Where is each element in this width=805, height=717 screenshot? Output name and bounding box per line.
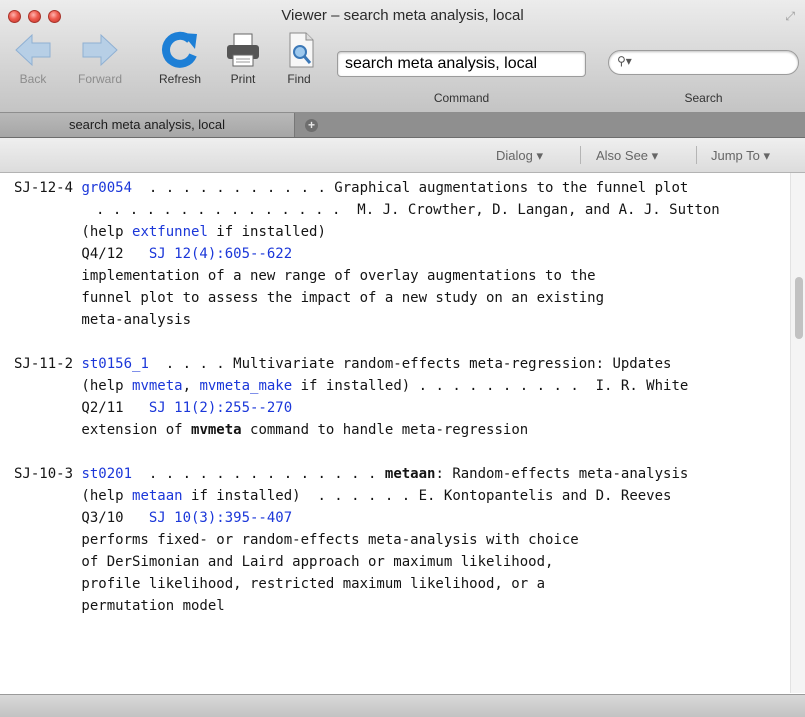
back-label: Back [19,72,47,86]
find-document-icon [289,32,314,68]
tab-bar: search meta analysis, local + [0,113,805,138]
results-content: SJ-12-4 gr0054 . . . . . . . . . . . Gra… [0,173,790,693]
scrollbar-thumb[interactable] [795,277,803,339]
result-line: SJ-11-2 st0156_1 . . . . Multivariate ra… [14,356,672,372]
result-line: Q4/12 SJ 12(4):605--622 [14,246,293,262]
fullscreen-icon[interactable]: ⤢ [785,9,795,24]
help-link[interactable]: mvmeta_make [199,378,292,394]
refresh-label: Refresh [158,72,202,86]
viewer-window: Viewer – search meta analysis, local ⤢ B… [0,0,805,717]
vertical-scrollbar[interactable] [790,173,805,693]
find-label: Find [287,72,311,86]
window-title: Viewer – search meta analysis, local [281,7,524,24]
forward-button[interactable]: Forward [72,30,128,86]
result-line: (help metaan if installed) . . . . . . E… [14,488,672,504]
result-line: SJ-10-3 st0201 . . . . . . . . . . . . .… [14,466,689,482]
result-description: meta-analysis [14,312,192,328]
help-link[interactable]: mvmeta [132,378,183,394]
tab-search-results[interactable]: search meta analysis, local [0,113,295,137]
result-description: performs fixed- or random-effects meta-a… [14,532,579,548]
search-label: Search [684,91,723,105]
command-label: Command [433,91,490,105]
result-line: Q2/11 SJ 11(2):255--270 [14,400,293,416]
help-link[interactable]: metaan [132,488,183,504]
entry-link[interactable]: st0201 [81,466,132,482]
jump-to-menu[interactable]: Jump To ▾ [711,148,770,164]
add-tab-icon[interactable]: + [305,119,318,132]
search-icon: ⚲▾ [617,54,632,68]
printer-icon [227,33,259,67]
result-line: (help extfunnel if installed) [14,224,326,240]
forward-arrow-icon [82,33,118,67]
journal-link[interactable]: SJ 10(3):395--407 [149,510,292,526]
status-bar [0,694,805,717]
entry-link[interactable]: gr0054 [81,180,132,196]
forward-label: Forward [77,72,122,86]
find-button[interactable]: Find [281,30,317,86]
divider [696,146,697,164]
dialog-menu[interactable]: Dialog ▾ [496,148,543,164]
print-label: Print [230,72,256,86]
title-toolbar: Viewer – search meta analysis, local ⤢ B… [0,0,805,113]
search-input[interactable]: ⚲▾ [608,50,799,75]
refresh-icon [162,31,197,68]
help-link[interactable]: extfunnel [132,224,208,240]
back-button[interactable]: Back [12,30,54,86]
also-see-menu[interactable]: Also See ▾ [596,148,658,164]
result-description: funnel plot to assess the impact of a ne… [14,290,605,306]
result-description: implementation of a new range of overlay… [14,268,596,284]
back-arrow-icon [15,33,51,67]
command-input[interactable] [337,51,586,77]
result-description: permutation model [14,598,225,614]
entry-link[interactable]: st0156_1 [81,356,148,372]
print-button[interactable]: Print [222,30,264,86]
journal-link[interactable]: SJ 11(2):255--270 [149,400,292,416]
refresh-button[interactable]: Refresh [149,30,211,86]
result-description: of DerSimonian and Laird approach or max… [14,554,554,570]
result-description: extension of mvmeta command to handle me… [14,422,529,438]
viewer-subtoolbar: Dialog ▾ Also See ▾ Jump To ▾ [0,138,805,173]
result-line: . . . . . . . . . . . . . . . M. J. Crow… [96,202,720,218]
result-description: profile likelihood, restricted maximum l… [14,576,546,592]
result-line: (help mvmeta, mvmeta_make if installed) … [14,378,689,394]
result-line: Q3/10 SJ 10(3):395--407 [14,510,293,526]
divider [580,146,581,164]
journal-link[interactable]: SJ 12(4):605--622 [149,246,292,262]
result-line: SJ-12-4 gr0054 . . . . . . . . . . . Gra… [14,180,689,196]
